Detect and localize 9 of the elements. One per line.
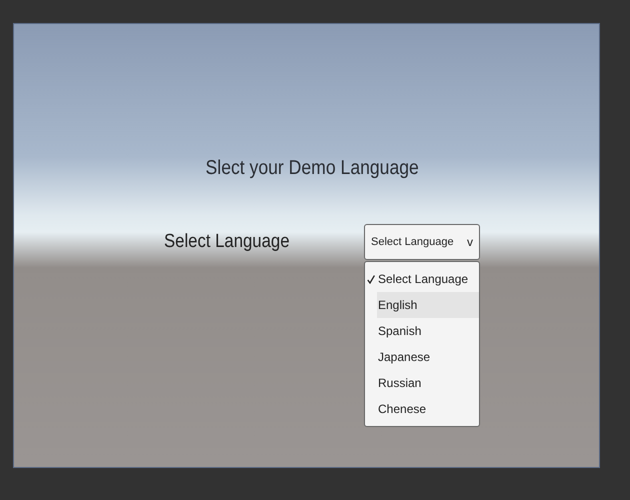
field-label: Select Language — [164, 231, 290, 253]
dropdown-option[interactable]: Russian — [377, 370, 479, 396]
dropdown-option[interactable]: Chenese — [377, 396, 479, 422]
dropdown-option[interactable]: English — [377, 292, 479, 318]
dropdown-option[interactable]: Japanese — [377, 344, 479, 370]
heading: Slect your Demo Language — [206, 157, 420, 180]
dropdown-option[interactable]: Select Language — [377, 266, 479, 292]
language-dropdown[interactable]: Select Language v — [364, 224, 480, 260]
dropdown-option[interactable]: Spanish — [377, 318, 479, 344]
